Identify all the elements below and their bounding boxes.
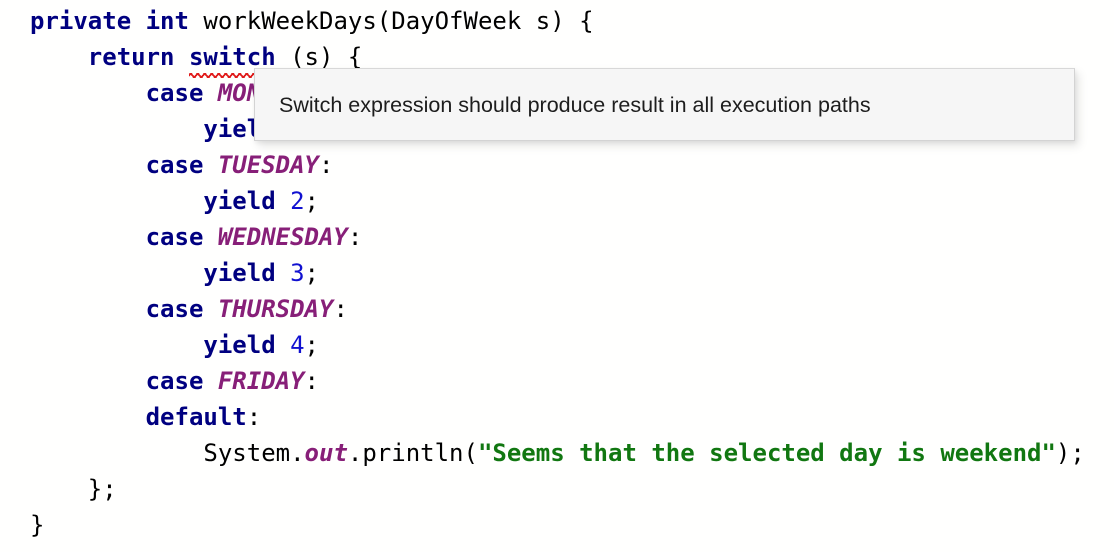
code-line[interactable]: case THURSDAY: <box>0 291 1114 327</box>
code-token-plain: : <box>319 151 334 179</box>
code-token-plain: System. <box>203 439 305 467</box>
code-line[interactable]: }; <box>0 471 1114 507</box>
code-token-enum: THURSDAY <box>217 295 334 323</box>
code-token-plain: : <box>347 223 363 251</box>
code-token-plain: (s) { <box>275 43 363 71</box>
code-token-plain: ; <box>304 259 319 287</box>
code-token-keyword: case <box>145 367 204 395</box>
code-token-keyword: yield <box>203 259 276 287</box>
code-line[interactable]: case FRIDAY: <box>0 363 1114 399</box>
code-line[interactable]: } <box>0 507 1114 543</box>
code-line[interactable]: case WEDNESDAY: <box>0 219 1114 255</box>
code-token-keyword: int <box>145 7 189 35</box>
code-token-keyword: private <box>30 7 132 35</box>
code-token-enum: WEDNESDAY <box>217 223 348 251</box>
code-token-plain: }; <box>87 475 117 503</box>
code-line[interactable]: case TUESDAY: <box>0 147 1114 183</box>
code-token-plain: : <box>304 367 319 395</box>
code-token-number: 2 <box>290 187 305 215</box>
code-line[interactable]: yield 4; <box>0 327 1114 363</box>
code-line[interactable]: default: <box>0 399 1114 435</box>
code-token-keyword: case <box>145 295 204 323</box>
code-line[interactable]: System.out.println("Seems that the selec… <box>0 435 1114 471</box>
code-token-keyword: case <box>145 223 204 251</box>
code-token-number: 4 <box>290 331 305 359</box>
code-line[interactable]: private int workWeekDays(DayOfWeek s) { <box>0 3 1114 39</box>
code-token-plain: ; <box>304 187 319 215</box>
code-token-enum: TUESDAY <box>217 151 319 179</box>
code-token-string: "Seems that the selected day is weekend" <box>477 439 1056 467</box>
code-line[interactable]: yield 3; <box>0 255 1114 291</box>
inspection-tooltip: Switch expression should produce result … <box>254 68 1075 141</box>
code-token-keyword: yield <box>203 187 276 215</box>
code-token-keyword: case <box>145 151 204 179</box>
code-token-plain: : <box>333 295 348 323</box>
code-token-keyword: return <box>87 43 175 71</box>
inspection-tooltip-message: Switch expression should produce result … <box>279 92 871 117</box>
code-token-plain: .println( <box>347 439 478 467</box>
code-token-keyword: default <box>145 403 247 431</box>
code-token-keyword: case <box>145 79 204 107</box>
code-token-plain: ; <box>304 331 319 359</box>
code-token-plain: } <box>30 511 45 539</box>
code-line[interactable]: yield 2; <box>0 183 1114 219</box>
code-token-field: out <box>304 439 348 467</box>
code-token-plain: ); <box>1055 439 1085 467</box>
code-token-plain: : <box>246 403 262 431</box>
code-editor[interactable]: private int workWeekDays(DayOfWeek s) { r… <box>0 0 1114 552</box>
code-token-keyword: yield <box>203 331 276 359</box>
code-token-plain: workWeekDays(DayOfWeek s) { <box>188 7 594 35</box>
code-token-enum: FRIDAY <box>217 367 305 395</box>
code-token-number: 3 <box>290 259 305 287</box>
